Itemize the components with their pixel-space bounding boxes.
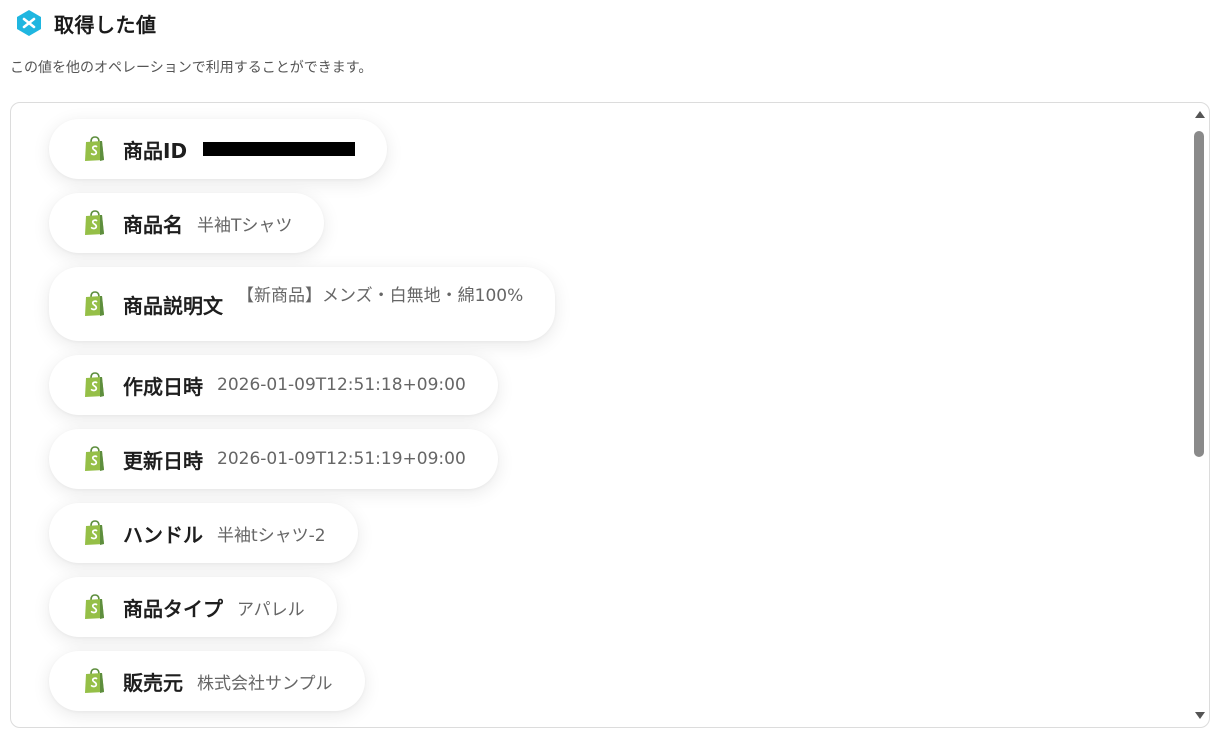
shopify-icon (83, 520, 107, 546)
values-panel: 商品ID 商品名 半袖Tシャツ 商品説明文 【新商品】メンズ・白無地・綿100%… (10, 102, 1210, 728)
shopify-icon (83, 136, 107, 162)
scroll-down-arrow-icon[interactable] (1195, 712, 1205, 719)
chip-label: 商品ID (123, 138, 188, 163)
page-title: 取得した値 (54, 12, 157, 37)
value-chip-product-id[interactable]: 商品ID (49, 119, 388, 179)
chip-value: 2026-01-09T12:51:19+09:00 (217, 449, 466, 469)
chip-label: 販売元 (123, 670, 183, 695)
shopify-icon (83, 446, 107, 472)
chip-label: 作成日時 (123, 374, 203, 399)
value-chip-created-at[interactable]: 作成日時 2026-01-09T12:51:18+09:00 (49, 355, 498, 415)
scroll-up-arrow-icon[interactable] (1195, 111, 1205, 118)
value-chip-product-type[interactable]: 商品タイプ アパレル (49, 577, 337, 637)
vertical-scrollbar[interactable] (1191, 103, 1209, 727)
redacted-value (203, 142, 356, 156)
values-list: 商品ID 商品名 半袖Tシャツ 商品説明文 【新商品】メンズ・白無地・綿100%… (49, 119, 556, 725)
shopify-icon (83, 594, 107, 620)
header: 取得した値 (14, 8, 157, 38)
chip-label: 商品名 (123, 212, 183, 237)
scroll-thumb[interactable] (1194, 131, 1204, 457)
chip-value: アパレル (237, 599, 305, 620)
yoom-logo-icon (14, 8, 44, 38)
shopify-icon (83, 291, 107, 317)
chip-value: 2026-01-09T12:51:18+09:00 (217, 375, 466, 395)
chip-label: 商品タイプ (123, 596, 223, 621)
value-chip-updated-at[interactable]: 更新日時 2026-01-09T12:51:19+09:00 (49, 429, 498, 489)
shopify-icon (83, 372, 107, 398)
shopify-icon (83, 210, 107, 236)
value-chip-product-description[interactable]: 商品説明文 【新商品】メンズ・白無地・綿100% (49, 267, 556, 341)
value-chip-product-name[interactable]: 商品名 半袖Tシャツ (49, 193, 325, 253)
page-subtitle: この値を他のオペレーションで利用することができます。 (10, 60, 373, 76)
chip-label: ハンドル (123, 522, 203, 547)
shopify-icon (83, 668, 107, 694)
value-chip-handle[interactable]: ハンドル 半袖tシャツ-2 (49, 503, 358, 563)
chip-value: 株式会社サンプル (197, 673, 333, 694)
chip-value: 【新商品】メンズ・白無地・綿100% (237, 286, 524, 306)
chip-label: 商品説明文 (123, 293, 223, 318)
chip-value: 半袖Tシャツ (197, 215, 293, 236)
chip-label: 更新日時 (123, 448, 203, 473)
value-chip-vendor[interactable]: 販売元 株式会社サンプル (49, 651, 365, 711)
chip-value: 半袖tシャツ-2 (217, 525, 326, 546)
